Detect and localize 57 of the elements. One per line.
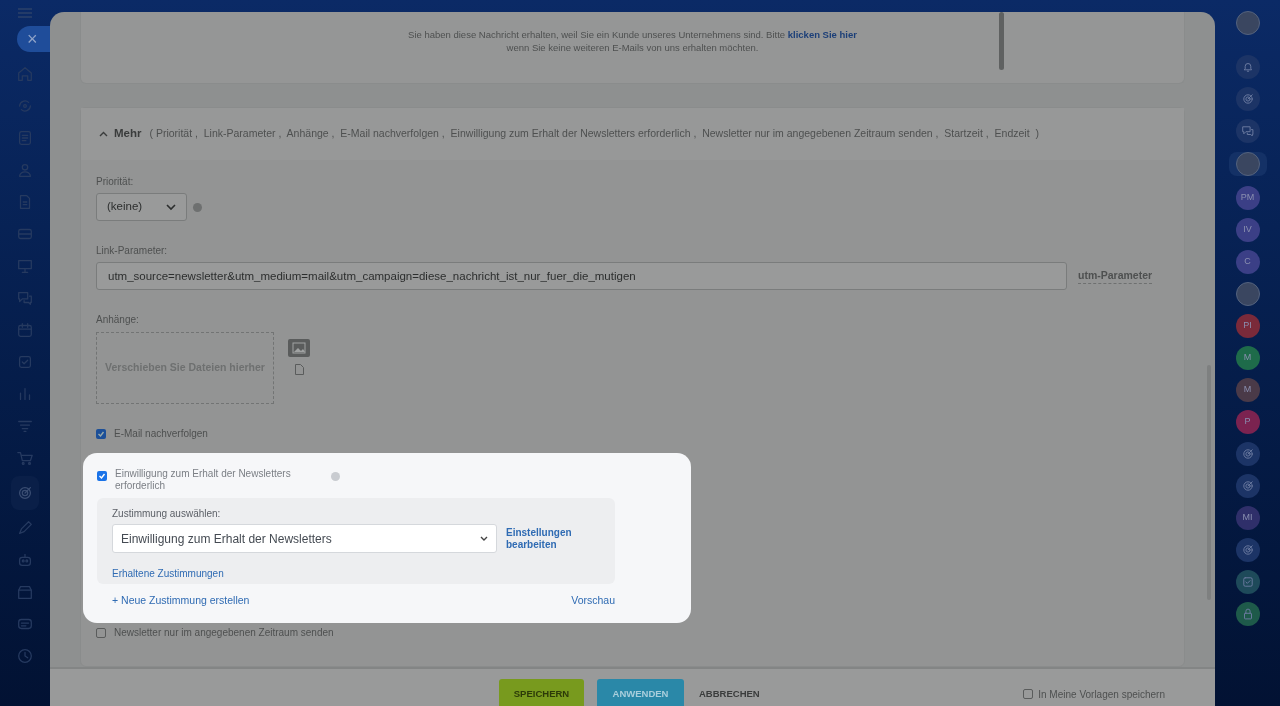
field-label: Anhänge: [96, 313, 140, 327]
help-icon[interactable] [193, 202, 202, 212]
chevron-down-icon [166, 203, 176, 211]
consent-select[interactable]: Einwilligung zum Erhalt der Newsletters [112, 524, 497, 553]
more-toggle[interactable]: Mehr [99, 125, 142, 143]
field-label: Priorität: [96, 175, 135, 189]
notification-bell-icon[interactable] [1235, 54, 1260, 79]
chat-bubbles-icon[interactable] [1235, 118, 1260, 143]
user-avatar[interactable]: M [1235, 345, 1260, 370]
help-icon[interactable] [331, 472, 340, 481]
edit-settings-link[interactable]: Einstellungen bearbeiten [506, 526, 586, 551]
create-consent-link[interactable]: + Neue Zustimmung erstellen [112, 593, 250, 609]
checked-box-icon[interactable] [1235, 569, 1260, 594]
target-icon[interactable] [11, 476, 39, 510]
chevron-icon [99, 131, 108, 137]
checkbox[interactable] [1023, 689, 1034, 699]
user-avatar[interactable]: IV [1235, 217, 1260, 242]
field-label: Link-Parameter: [96, 244, 169, 258]
target-icon[interactable] [1235, 441, 1260, 466]
user-avatar[interactable]: C [1235, 249, 1260, 274]
avatar-placeholder[interactable] [1235, 10, 1260, 35]
target-icon[interactable] [1235, 86, 1260, 111]
checkbox[interactable] [97, 471, 107, 481]
preview-link[interactable]: Vorschau [571, 593, 615, 609]
image-icon[interactable] [288, 339, 310, 357]
file-icon[interactable] [294, 364, 304, 375]
user-avatar[interactable]: MI [1235, 505, 1260, 530]
user-avatar[interactable]: PI [1235, 313, 1260, 338]
checkbox-label: Einwilligung zum Erhalt der Newsletters erforderlich [115, 468, 292, 492]
checkbox[interactable] [96, 627, 106, 638]
cancel-button[interactable]: ABBRECHEN [697, 686, 762, 702]
priority-select[interactable]: (keine) [96, 193, 187, 221]
checkbox[interactable] [96, 428, 106, 439]
link-parameter-field[interactable]: utm_source=newsletter&utm_medium=mail&utm_campaign=diese_nachricht_ist_nur_fuer_die_mutigen [96, 262, 1067, 290]
more-summary: ( Priorität , Link-Parameter , Anhänge , E-Mail nachverfolgen , Einwilligung zum Erhalt der Newsletters erforderlich , Newsletter nur im angegebenen Zeitraum senden , Startzeit , Endzeit ) [149, 126, 1039, 142]
utm-parameter-link[interactable]: utm-Parameter [1078, 267, 1153, 285]
avatar-placeholder[interactable] [1235, 152, 1260, 176]
apply-button[interactable]: ANWENDEN [597, 679, 684, 706]
user-avatar[interactable]: P [1235, 409, 1260, 434]
user-avatar[interactable]: PM [1235, 185, 1260, 210]
checkbox-label: E-Mail nachverfolgen [114, 427, 208, 441]
scrollbar [999, 12, 1004, 70]
unsubscribe-text: Sie haben diese Nachricht erhalten, weil Sie ein Kunde unseres Unternehmens sind. Bitte klicken Sie hier wenn Sie keine weiteren E-Mails von uns erhalten möchten. [407, 28, 858, 54]
avatar-placeholder[interactable] [1235, 281, 1260, 306]
received-consents-link[interactable]: Erhaltene Zustimmungen [112, 568, 224, 579]
chevron-down-icon [480, 535, 488, 542]
save-button[interactable]: SPEICHERN [499, 679, 584, 706]
checkbox-label: In Meine Vorlagen speichern [1038, 687, 1165, 702]
user-avatar[interactable]: M [1235, 377, 1260, 402]
target-icon[interactable] [1235, 537, 1260, 562]
checkbox-label: Newsletter nur im angegebenen Zeitraum senden [114, 626, 334, 640]
padlock-icon[interactable] [1235, 601, 1260, 626]
target-icon[interactable] [1235, 473, 1260, 498]
menu-icon[interactable] [18, 8, 32, 18]
unsubscribe-link[interactable]: klicken Sie hier [787, 29, 857, 40]
close-button[interactable]: × [17, 26, 50, 52]
field-label: Zustimmung auswählen: [112, 507, 222, 521]
